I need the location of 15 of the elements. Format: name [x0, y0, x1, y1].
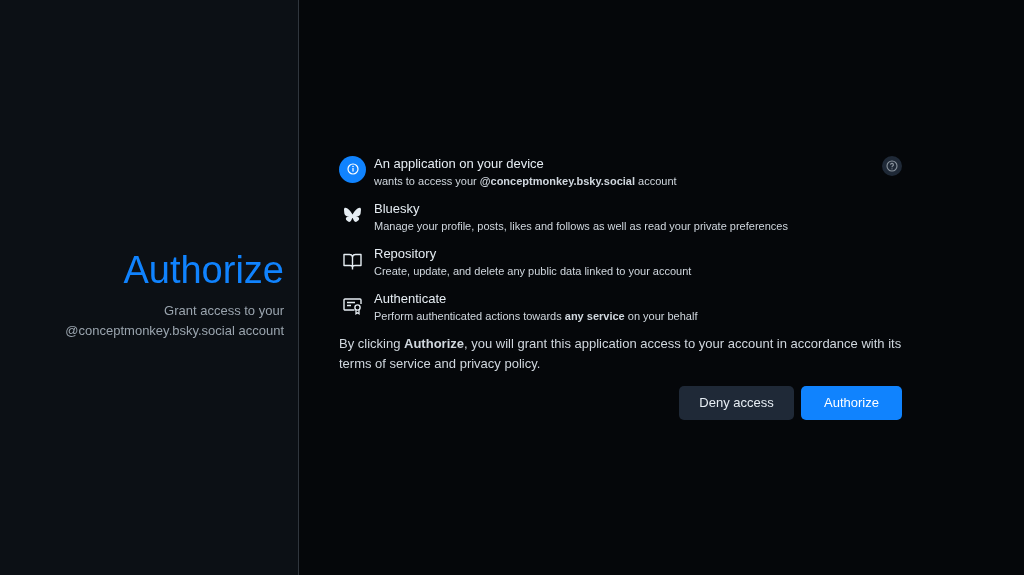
- scope-description: Perform authenticated actions towards any service on your behalf: [374, 308, 699, 324]
- scope-description: Create, update, and delete any public data linked to your account: [374, 263, 693, 279]
- page-subtitle: Grant access to your @conceptmonkey.bsky.social account: [64, 302, 284, 341]
- scope-description: wants to access your @conceptmonkey.bsky.social account: [374, 173, 678, 189]
- info-icon: [339, 155, 366, 183]
- deny-button[interactable]: Deny access: [679, 385, 794, 420]
- consent-notice: By clicking Authorize, you will grant this application access to your account in accordance with its terms of service and privacy policy.: [339, 334, 902, 373]
- scope-title: Authenticate: [374, 289, 448, 308]
- authorize-button[interactable]: Authorize: [801, 385, 902, 420]
- help-icon[interactable]: [882, 155, 902, 176]
- scope-title: Bluesky: [374, 199, 421, 218]
- scope-title: Repository: [374, 244, 438, 263]
- scope-title: An application on your device: [374, 154, 545, 173]
- page-title: Authorize: [122, 249, 284, 292]
- scope-description: Manage your profile, posts, likes and follows as well as read your private preferences: [374, 218, 789, 234]
